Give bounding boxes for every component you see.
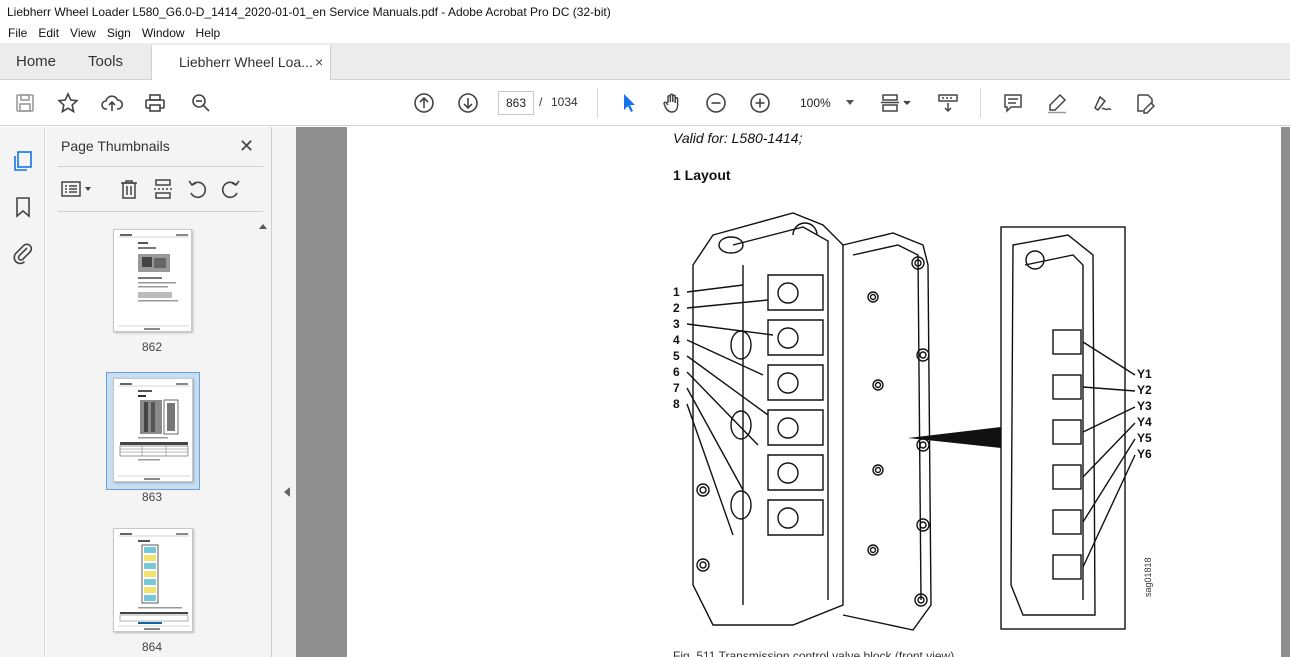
callout-3: 3: [673, 317, 680, 331]
left-nav-rail: [0, 127, 45, 657]
panel-divider-2: [58, 211, 263, 212]
rotate-counterclockwise-icon[interactable]: [186, 178, 208, 200]
document-viewport[interactable]: Valid for: L580-1414; 1 Layout 1 2 3 4 5…: [296, 127, 1290, 657]
valve-block-drawing: [686, 212, 1136, 631]
callout-6: 6: [673, 365, 680, 379]
page-number-input[interactable]: 863: [498, 91, 534, 115]
toolbar-divider-2: [980, 88, 981, 118]
panel-divider: [58, 166, 263, 167]
draw-sign-icon[interactable]: [1089, 91, 1113, 115]
save-icon[interactable]: [13, 91, 37, 115]
thumbnail-scrollbar[interactable]: [256, 220, 270, 657]
figure-code: sag01818: [1143, 557, 1153, 597]
acrobat-window: Liebherr Wheel Loader L580_G6.0-D_1414_2…: [0, 0, 1290, 657]
collapse-arrow-icon[interactable]: [284, 487, 290, 497]
comment-icon[interactable]: [1001, 91, 1025, 115]
tab-document[interactable]: Liebherr Wheel Loa... ×: [151, 45, 331, 81]
callout-5: 5: [673, 349, 680, 363]
thumbnail-toolbar: [58, 175, 263, 203]
menu-bar: File Edit View Sign Window Help: [0, 23, 1290, 43]
select-cursor-icon[interactable]: [617, 91, 641, 115]
thumbnail-page-863[interactable]: [113, 378, 193, 482]
thumbnail-options-icon[interactable]: [60, 178, 94, 200]
window-title: Liebherr Wheel Loader L580_G6.0-D_1414_2…: [0, 0, 1290, 24]
rotate-clockwise-icon[interactable]: [220, 178, 242, 200]
print-icon[interactable]: [143, 91, 167, 115]
page-thumbnails-panel: Page Thumbnails ✕ 862 863 864: [46, 127, 272, 657]
tab-close-icon[interactable]: ×: [315, 45, 323, 79]
next-page-icon[interactable]: [456, 91, 480, 115]
thumbnail-page-862[interactable]: [113, 229, 192, 332]
pdf-page: Valid for: L580-1414; 1 Layout 1 2 3 4 5…: [347, 127, 1281, 657]
menu-help[interactable]: Help: [191, 23, 226, 43]
highlight-pen-icon[interactable]: [1045, 91, 1069, 115]
toolbar-divider: [597, 88, 598, 118]
page-total: 1034: [551, 95, 578, 109]
callout-y5: Y5: [1137, 431, 1152, 445]
menu-window[interactable]: Window: [137, 23, 190, 43]
thumbnail-preview: [118, 533, 190, 630]
zoom-search-icon[interactable]: [189, 91, 213, 115]
section-heading: 1 Layout: [673, 167, 731, 183]
tab-bar: Home Tools Liebherr Wheel Loa... ×: [0, 43, 1290, 81]
attachments-icon[interactable]: [11, 241, 35, 265]
callout-7: 7: [673, 381, 680, 395]
close-panel-icon[interactable]: ✕: [239, 136, 254, 157]
callout-y6: Y6: [1137, 447, 1152, 461]
callout-4: 4: [673, 333, 680, 347]
hand-tool-icon[interactable]: [660, 91, 684, 115]
main-toolbar: 863 / 1034 100%: [0, 80, 1290, 126]
panel-title: Page Thumbnails: [61, 138, 170, 154]
thumbnail-preview: [118, 383, 190, 480]
scroll-mode-icon[interactable]: [936, 91, 960, 115]
callout-y1: Y1: [1137, 367, 1152, 381]
edit-pdf-icon[interactable]: [1133, 91, 1157, 115]
page-separator: /: [539, 95, 543, 109]
page-fit-icon[interactable]: [878, 91, 914, 115]
previous-page-icon[interactable]: [412, 91, 436, 115]
valve-block-figure: 1 2 3 4 5 6 7 8 Y1 Y2 Y3 Y4 Y5 Y6 sag018…: [673, 205, 1183, 645]
thumbnail-preview: [118, 234, 189, 330]
menu-edit[interactable]: Edit: [33, 23, 64, 43]
panel-collapse-handle[interactable]: [272, 127, 296, 657]
zoom-level-value: 100%: [800, 96, 831, 110]
tab-home[interactable]: Home: [16, 53, 56, 70]
tab-document-label: Liebherr Wheel Loa...: [179, 54, 313, 70]
tab-tools[interactable]: Tools: [88, 53, 123, 70]
bookmarks-icon[interactable]: [11, 195, 35, 219]
page-thumbnails-icon[interactable]: [11, 149, 35, 173]
menu-view[interactable]: View: [65, 23, 101, 43]
menu-sign[interactable]: Sign: [102, 23, 136, 43]
cloud-upload-icon[interactable]: [100, 91, 124, 115]
zoom-out-icon[interactable]: [704, 91, 728, 115]
thumbnail-label-863: 863: [141, 490, 163, 504]
scroll-up-icon[interactable]: [259, 224, 267, 229]
bookmark-star-icon[interactable]: [56, 91, 80, 115]
zoom-level-select[interactable]: 100%: [792, 91, 856, 115]
callout-8: 8: [673, 397, 680, 411]
callout-y4: Y4: [1137, 415, 1152, 429]
valid-for-text: Valid for: L580-1414;: [673, 130, 803, 146]
menu-file[interactable]: File: [3, 23, 32, 43]
callout-2: 2: [673, 301, 680, 315]
thumbnail-label-862: 862: [141, 340, 163, 354]
callout-1: 1: [673, 285, 680, 299]
zoom-in-icon[interactable]: [748, 91, 772, 115]
callout-y3: Y3: [1137, 399, 1152, 413]
thumbnail-page-864[interactable]: [113, 528, 193, 632]
thumbnail-label-864: 864: [141, 640, 163, 654]
figure-caption: Fig. 511 Transmission control valve bloc…: [673, 649, 955, 657]
delete-page-icon[interactable]: [118, 178, 140, 200]
callout-y2: Y2: [1137, 383, 1152, 397]
chevron-down-icon: [846, 100, 854, 105]
extract-pages-icon[interactable]: [152, 178, 174, 200]
